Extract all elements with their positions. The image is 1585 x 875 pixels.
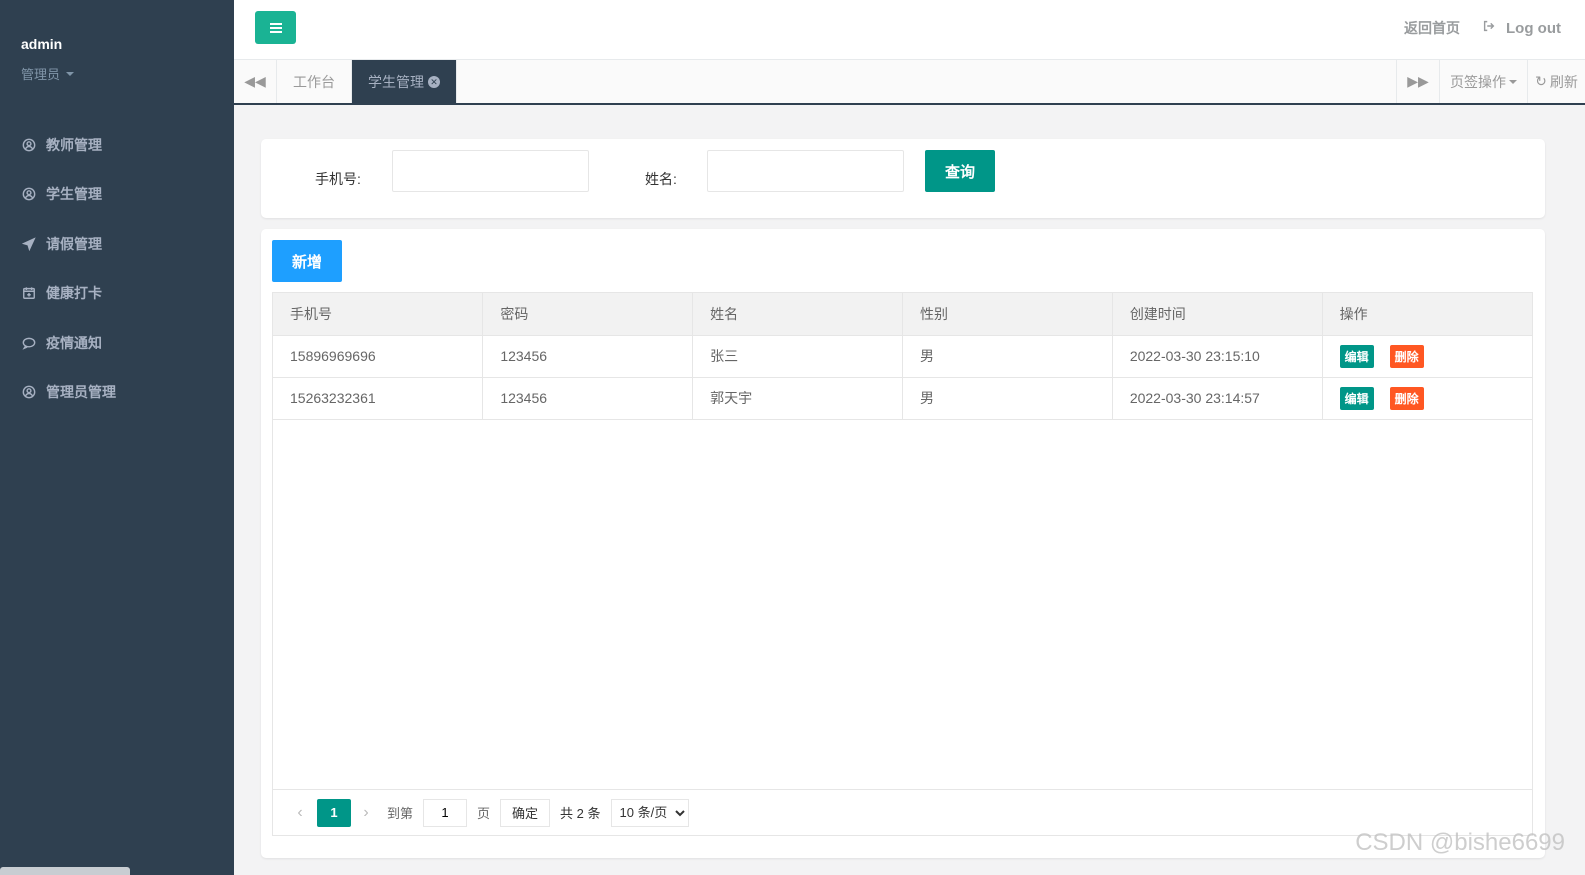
cell-password: 123456 — [482, 335, 694, 378]
close-icon[interactable]: ✕ — [428, 75, 440, 88]
sidebar-item-label: 教师管理 — [46, 136, 102, 153]
cell-actions: 编辑 删除 — [1322, 335, 1532, 378]
cell-created: 2022-03-30 23:15:10 — [1112, 335, 1323, 378]
sidebar-item-label: 请假管理 — [46, 235, 102, 252]
calendar-plus-icon — [21, 286, 36, 301]
tab-label: 学生管理 — [368, 73, 424, 90]
user-circle-icon — [21, 137, 36, 152]
sidebar-item-epidemic-notice[interactable]: 疫情通知 — [0, 318, 234, 368]
caret-down-icon — [1509, 79, 1517, 84]
name-label: 姓名: — [645, 171, 677, 187]
tab-scroll-left-button[interactable]: ◀◀ — [234, 60, 277, 103]
column-header-gender[interactable]: 性别 — [902, 293, 1113, 336]
pagination: ‹ 1 › 到第 页 确定 共 2 条 10 条/页 — [273, 789, 1532, 835]
cell-created: 2022-03-30 23:14:57 — [1112, 377, 1323, 420]
column-header-created[interactable]: 创建时间 — [1112, 293, 1323, 336]
table-header-row: 手机号 密码 姓名 性别 创建时间 操作 — [273, 293, 1532, 336]
hamburger-icon — [269, 26, 282, 29]
user-role-dropdown[interactable]: 管理员 — [21, 64, 234, 83]
delete-button[interactable]: 删除 — [1389, 344, 1424, 368]
backward-icon: ◀◀ — [244, 73, 266, 89]
tab-student-management[interactable]: 学生管理 ✕ — [352, 60, 457, 103]
user-role-label: 管理员 — [21, 67, 61, 82]
user-circle-outline-icon — [21, 187, 36, 202]
watermark: CSDN @bishe6699 — [1355, 829, 1565, 856]
edit-button[interactable]: 编辑 — [1339, 386, 1374, 410]
cell-actions: 编辑 删除 — [1322, 377, 1532, 420]
edit-button[interactable]: 编辑 — [1339, 344, 1374, 368]
sidebar-item-label: 管理员管理 — [46, 384, 116, 401]
tab-workbench[interactable]: 工作台 — [277, 60, 352, 103]
table-row: 15896969696 123456 张三 男 2022-03-30 23:15… — [273, 335, 1532, 378]
goto-page-input[interactable] — [423, 798, 468, 827]
home-link[interactable]: 返回首页 — [1404, 18, 1460, 38]
sidebar: admin 管理员 教师管理 学生管理 请假管理 健康打卡 疫情通知 管理员管理 — [0, 0, 234, 875]
column-header-password[interactable]: 密码 — [482, 293, 694, 336]
delete-button[interactable]: 删除 — [1389, 386, 1424, 410]
tab-list: 工作台 学生管理 ✕ — [277, 60, 457, 103]
cell-password: 123456 — [482, 377, 694, 420]
name-input[interactable] — [707, 150, 904, 192]
add-button[interactable]: 新增 — [272, 240, 342, 282]
tab-bar: ◀◀ 工作台 学生管理 ✕ ▶▶ 页签操作 ↻ 刷新 — [234, 60, 1585, 105]
sidebar-nav: 教师管理 学生管理 请假管理 健康打卡 疫情通知 管理员管理 — [0, 120, 234, 417]
caret-down-icon — [66, 71, 75, 76]
logout-label: Log out — [1506, 19, 1561, 37]
current-page[interactable]: 1 — [317, 798, 351, 827]
table-row: 15263232361 123456 郭天宇 男 2022-03-30 23:1… — [273, 377, 1532, 420]
page-unit-label: 页 — [477, 806, 491, 821]
menu-toggle-button[interactable] — [255, 11, 296, 44]
cell-phone: 15896969696 — [273, 335, 484, 378]
query-button[interactable]: 查询 — [925, 150, 995, 192]
tab-label: 工作台 — [293, 73, 335, 90]
cell-name: 郭天宇 — [692, 377, 903, 420]
sign-out-icon — [1482, 19, 1496, 37]
cell-gender: 男 — [902, 335, 1113, 378]
status-bar-tooltip — [0, 867, 130, 875]
sidebar-item-label: 健康打卡 — [46, 285, 102, 302]
total-count: 共 2 条 — [560, 806, 601, 821]
prev-page-icon[interactable]: ‹ — [289, 804, 311, 822]
column-header-name[interactable]: 姓名 — [692, 293, 903, 336]
refresh-icon: ↻ — [1535, 73, 1547, 89]
goto-label: 到第 — [387, 806, 414, 821]
refresh-button[interactable]: ↻ 刷新 — [1527, 60, 1585, 103]
cell-gender: 男 — [902, 377, 1113, 420]
user-circle-icon — [21, 385, 36, 400]
column-header-phone[interactable]: 手机号 — [273, 293, 484, 336]
sidebar-item-students[interactable]: 学生管理 — [0, 170, 234, 220]
top-navbar: 返回首页 Log out — [234, 0, 1585, 60]
logout-link[interactable]: Log out — [1482, 19, 1561, 37]
forward-icon: ▶▶ — [1407, 73, 1429, 89]
cell-phone: 15263232361 — [273, 377, 484, 420]
tab-ops-label: 页签操作 — [1450, 73, 1506, 90]
phone-label: 手机号: — [315, 171, 361, 187]
tab-operations-dropdown[interactable]: 页签操作 — [1439, 60, 1527, 103]
user-name: admin — [21, 36, 63, 52]
sidebar-item-teachers[interactable]: 教师管理 — [0, 120, 234, 170]
top-right-links: 返回首页 Log out — [1404, 0, 1561, 56]
next-page-icon[interactable]: › — [355, 804, 377, 822]
user-profile: admin 管理员 — [0, 0, 234, 120]
comment-dots-icon — [21, 335, 36, 350]
cell-name: 张三 — [692, 335, 903, 378]
sidebar-item-label: 疫情通知 — [46, 334, 102, 351]
paper-plane-icon — [21, 236, 36, 251]
confirm-page-button[interactable]: 确定 — [500, 798, 551, 827]
sidebar-item-leave[interactable]: 请假管理 — [0, 219, 234, 269]
tab-scroll-right-button[interactable]: ▶▶ — [1396, 60, 1439, 103]
refresh-label: 刷新 — [1549, 73, 1578, 90]
sidebar-item-health-checkin[interactable]: 健康打卡 — [0, 269, 234, 319]
phone-input[interactable] — [392, 150, 589, 192]
column-header-actions: 操作 — [1322, 293, 1532, 336]
table-panel: 新增 手机号 密码 姓名 性别 创建时间 操作 15896969696 1234… — [261, 229, 1545, 858]
data-table: 手机号 密码 姓名 性别 创建时间 操作 15896969696 123456 … — [272, 292, 1533, 836]
search-panel: 手机号: 姓名: 查询 — [261, 139, 1545, 218]
tab-bar-actions: ▶▶ 页签操作 ↻ 刷新 — [1396, 60, 1585, 103]
sidebar-item-admins[interactable]: 管理员管理 — [0, 368, 234, 418]
page-size-select[interactable]: 10 条/页 — [610, 798, 689, 827]
sidebar-item-label: 学生管理 — [46, 186, 102, 203]
